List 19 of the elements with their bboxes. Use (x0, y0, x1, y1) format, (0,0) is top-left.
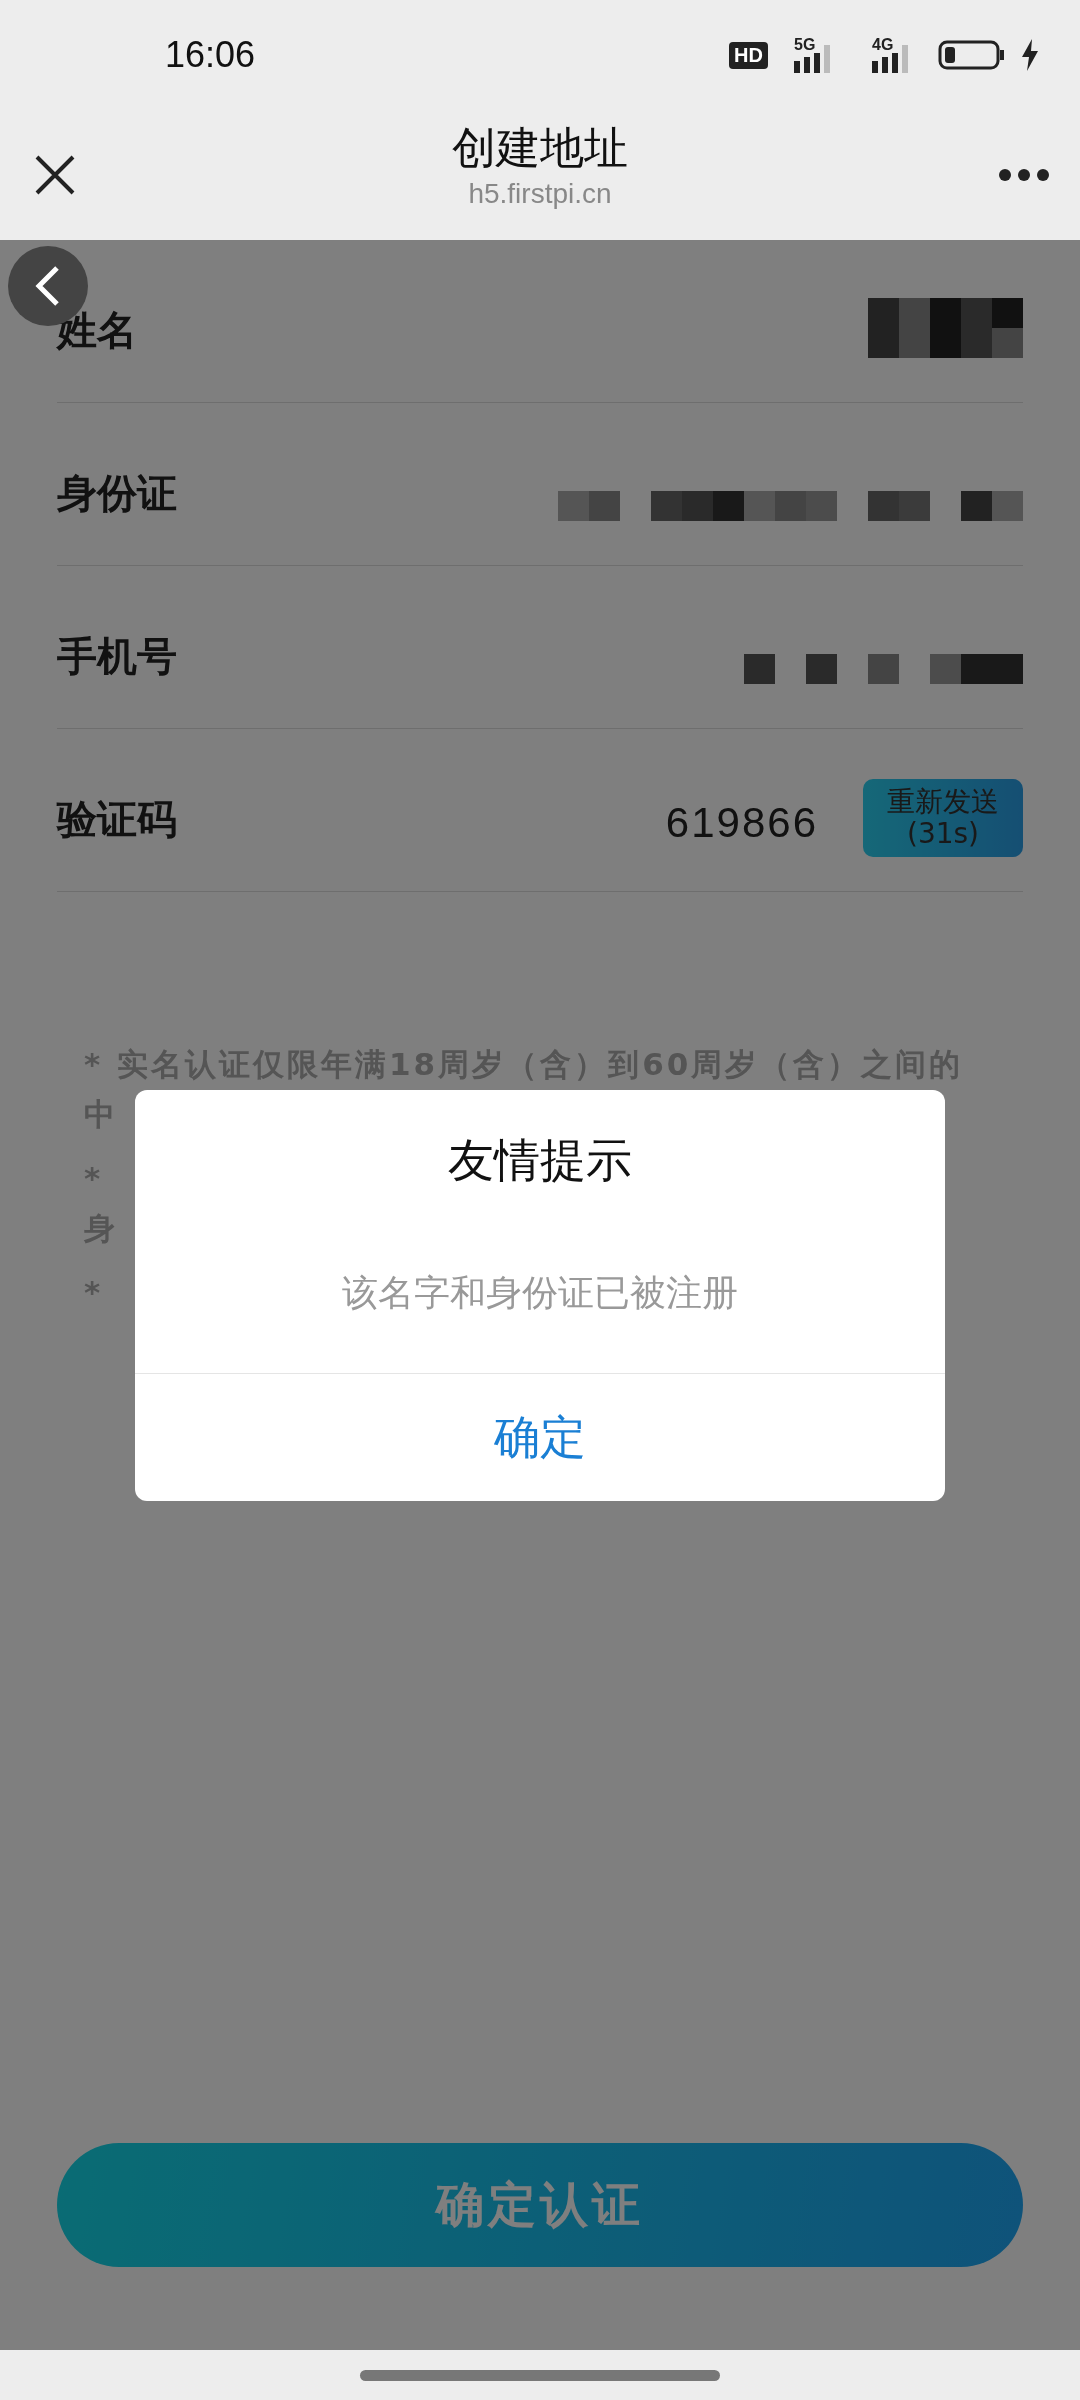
field-label: 身份证 (57, 469, 177, 518)
page-title: 创建地址 (452, 121, 628, 175)
hd-badge: HD (729, 41, 768, 69)
notice-text: * (84, 1159, 104, 1198)
submit-button[interactable]: 确定认证 (57, 2143, 1023, 2267)
code-value: 619866 (665, 799, 818, 847)
charging-icon (1020, 39, 1040, 71)
confirm-button[interactable]: 确定 (135, 1373, 945, 1501)
battery-icon (938, 40, 1006, 70)
dialog-message: 该名字和身份证已被注册 (342, 1271, 738, 1315)
notice-text: * (84, 1273, 104, 1312)
more-icon[interactable] (998, 168, 1050, 182)
status-time: 16:06 (165, 34, 256, 76)
field-label: 手机号 (57, 632, 177, 681)
field-label: 验证码 (57, 795, 177, 844)
page-url: h5.firstpi.cn (468, 178, 612, 210)
home-indicator[interactable] (360, 2369, 720, 2381)
resend-button[interactable]: 重新发送 (31s) (863, 779, 1023, 857)
dialog-title: 友情提示 (448, 1132, 632, 1189)
